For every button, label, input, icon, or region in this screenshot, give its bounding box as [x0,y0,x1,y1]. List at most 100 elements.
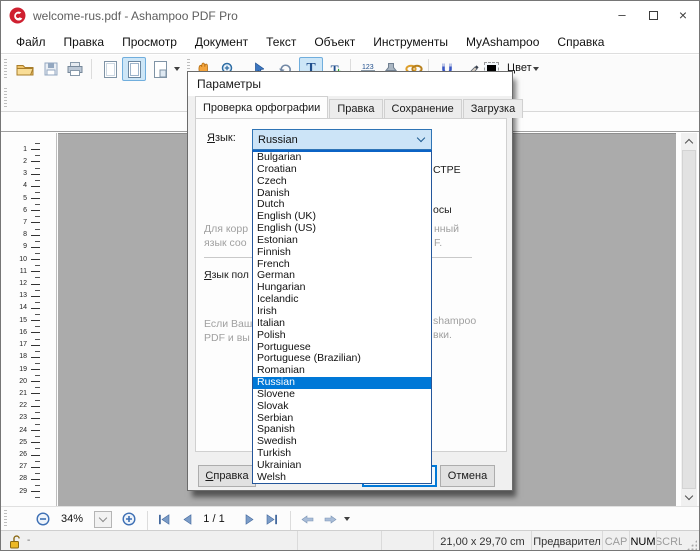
ruler-number: 16 [1,329,27,336]
language-option[interactable]: Polish [253,330,431,342]
menu-item[interactable]: Просмотр [113,32,186,52]
fit-page-view-button[interactable] [122,56,146,82]
language-option[interactable]: Icelandic [253,294,431,306]
ruler-number: 1 [1,146,27,153]
chevron-down-icon [344,517,350,521]
history-forward-button[interactable] [320,507,340,531]
toolbar-grip[interactable] [4,88,7,107]
ruler-number: 26 [1,451,27,458]
first-page-button[interactable] [154,507,174,531]
close-button[interactable]: × [668,1,698,29]
tab-editing[interactable]: Правка [329,99,382,118]
menu-item[interactable]: Инструменты [364,32,457,52]
save-floppy-icon [44,62,58,76]
page-width-view-button[interactable] [148,56,172,82]
language-dropdown-list[interactable]: BulgarianCroatianCzechDanishDutchEnglish… [252,150,432,484]
num-lock-indicator: NUM [629,531,656,551]
status-bar: - 21,00 x 29,70 cm Предварител CAP NUM S… [1,530,699,551]
menu-item[interactable]: Документ [186,32,257,52]
ruler-number: 8 [1,231,27,238]
tab-spellcheck[interactable]: Проверка орфографии [195,96,328,118]
dialog-title: Параметры [197,77,261,91]
menu-item[interactable]: Справка [548,32,613,52]
single-page-view-button[interactable] [98,56,122,82]
scroll-up-button[interactable] [681,133,697,150]
prev-page-button[interactable] [177,507,197,531]
maximize-button[interactable] [638,1,668,29]
ruler-number: 20 [1,378,27,385]
history-back-icon [301,515,314,524]
history-back-button[interactable] [297,507,317,531]
language-option[interactable]: Estonian [253,235,431,247]
language-option[interactable]: Croatian [253,164,431,176]
zoom-level: 34% [57,507,87,531]
menu-item[interactable]: Файл [7,32,55,52]
ruler-number: 4 [1,182,27,189]
clipped-text: вки. [433,329,452,341]
status-cell-empty [381,531,433,551]
color-dropdown[interactable] [531,56,541,82]
history-dropdown[interactable] [342,507,352,531]
ruler-number: 10 [1,256,27,263]
svg-text:123: 123 [362,64,374,71]
page-facing-icon [128,61,141,78]
zoom-dropdown[interactable] [93,507,113,531]
menu-item[interactable]: Правка [55,32,114,52]
chevron-down-icon [417,134,425,142]
clipped-text: Для корр [204,223,248,235]
clipped-text: нный [434,223,459,235]
toolbar-separator [147,511,148,531]
menu-item[interactable]: Объект [305,32,364,52]
zoom-in-icon [122,512,136,526]
minimize-button[interactable]: – [607,1,637,29]
resize-grip[interactable] [687,540,697,550]
ruler-number: 25 [1,439,27,446]
cancel-button[interactable]: Отмена [440,465,495,487]
scroll-down-button[interactable] [681,489,697,506]
title-bar: welcome-rus.pdf - Ashampoo PDF Pro – × [1,1,699,31]
language-option[interactable]: Finnish [253,247,431,259]
zoom-out-icon [36,512,50,526]
navigation-toolbar: 34% 1 / 1 [1,506,699,530]
save-button[interactable] [39,56,63,82]
zoom-out-button[interactable] [33,507,53,531]
help-button[interactable]: Справка [198,465,256,487]
tab-saving[interactable]: Сохранение [384,99,462,118]
page-corner-icon [154,61,167,78]
language-option[interactable]: Ukrainian [253,460,431,472]
app-logo-icon [9,7,26,24]
menu-item[interactable]: Текст [257,32,305,52]
history-forward-icon [324,515,337,524]
language-option[interactable]: Welsh [253,472,431,484]
scrollbar-thumb[interactable] [682,150,696,489]
ruler-number: 2 [1,158,27,165]
menu-item[interactable]: MyAshampoo [457,32,548,52]
open-button[interactable] [13,56,37,82]
language-option[interactable]: Slovak [253,401,431,413]
last-page-button[interactable] [262,507,282,531]
caps-lock-indicator: CAP [602,531,629,551]
ruler-number: 12 [1,280,27,287]
vertical-scrollbar[interactable] [681,133,697,506]
language-option[interactable]: Czech [253,176,431,188]
language-combobox[interactable]: Russian [252,129,432,150]
tab-loading[interactable]: Загрузка [463,99,523,118]
next-page-button[interactable] [239,507,259,531]
toolbar-grip[interactable] [4,59,7,79]
clipped-text: shampoo [433,315,476,327]
ruler-number: 3 [1,170,27,177]
status-cell-empty [297,531,381,551]
language-option[interactable]: Slovene [253,389,431,401]
clipped-text: СТРЕ [433,164,461,176]
status-dash: - [27,535,30,546]
preview-mode-cell[interactable]: Предварител [531,531,602,551]
page-view-dropdown[interactable] [172,56,182,82]
toolbar-grip[interactable] [4,510,7,528]
app-window: welcome-rus.pdf - Ashampoo PDF Pro – × Ф… [0,0,700,551]
print-button[interactable] [63,56,87,82]
ruler-number: 28 [1,475,27,482]
language-option[interactable]: Italian [253,318,431,330]
ruler-number: 22 [1,402,27,409]
zoom-in-button[interactable] [119,507,139,531]
prev-page-icon [183,514,192,525]
